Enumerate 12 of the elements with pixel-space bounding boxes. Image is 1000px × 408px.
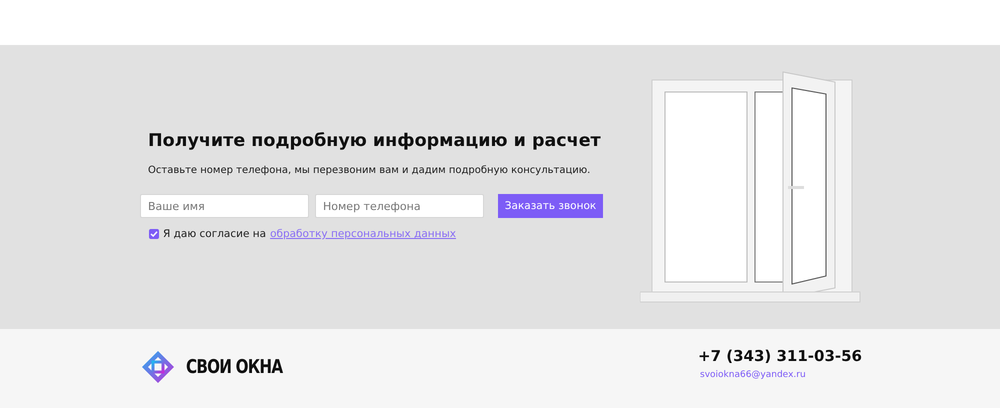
phone-number[interactable]: +7 (343) 311-03-56: [698, 347, 862, 365]
email-link[interactable]: svoiokna66@yandex.ru: [700, 370, 806, 380]
privacy-link[interactable]: обработку персональных данных: [270, 228, 456, 240]
consent-text: Я даю согласие на: [163, 228, 266, 240]
name-field[interactable]: Ваше имя: [140, 194, 309, 218]
call-request-button[interactable]: Заказать звонок: [498, 194, 603, 218]
consent-checkbox[interactable]: [149, 229, 159, 239]
section-subtitle: Оставьте номер телефона, мы перезвоним вам и дадим подробную консультацию.: [148, 165, 590, 176]
phone-field[interactable]: Номер телефона: [315, 194, 484, 218]
logo-icon: [140, 349, 176, 385]
logo-text: СВОИ ОКНА: [186, 356, 282, 378]
section-title: Получите подробную информацию и расчет: [148, 131, 601, 151]
